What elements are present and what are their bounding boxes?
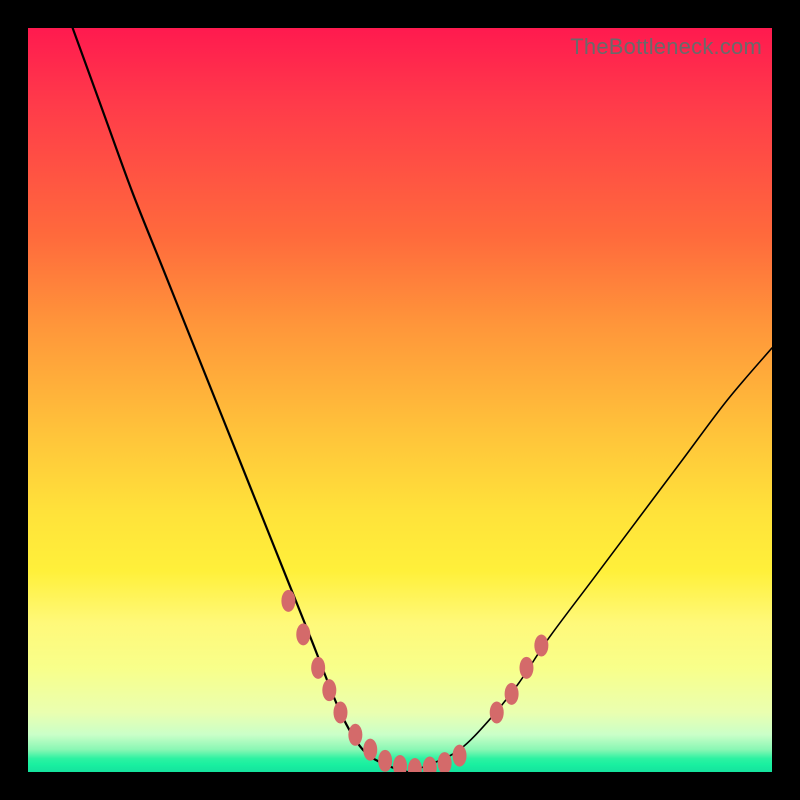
data-marker (378, 750, 392, 772)
markers-right-group (423, 635, 549, 772)
data-marker (333, 701, 347, 723)
data-marker (322, 679, 336, 701)
data-marker (311, 657, 325, 679)
data-marker (505, 683, 519, 705)
curve-left-branch (73, 28, 408, 772)
data-marker (423, 757, 437, 772)
data-marker (281, 590, 295, 612)
data-marker (393, 755, 407, 772)
data-marker (348, 724, 362, 746)
chart-frame: TheBottleneck.com (0, 0, 800, 800)
data-marker (534, 635, 548, 657)
data-marker (490, 701, 504, 723)
data-marker (519, 657, 533, 679)
chart-plot-area: TheBottleneck.com (28, 28, 772, 772)
data-marker (408, 758, 422, 772)
curve-right-branch (407, 348, 772, 772)
data-marker (453, 745, 467, 767)
data-marker (296, 623, 310, 645)
chart-curves (28, 28, 772, 772)
data-marker (363, 739, 377, 761)
